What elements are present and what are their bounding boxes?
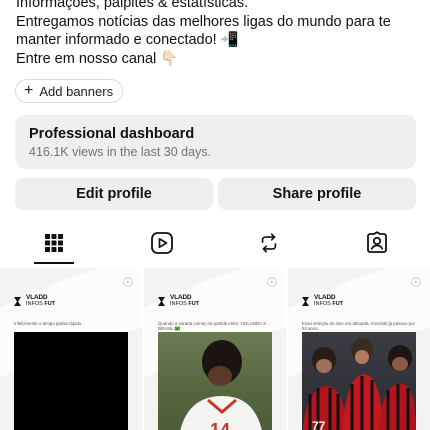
brand-logo: VLADD INFOS FUT bbox=[302, 294, 344, 307]
svg-text:14: 14 bbox=[210, 420, 230, 430]
brand-sub-a: INFOS bbox=[170, 301, 187, 307]
tab-reels[interactable] bbox=[108, 224, 216, 266]
brand-mark-icon bbox=[14, 296, 21, 306]
post-photo: 77 bbox=[302, 332, 416, 430]
reel-play-icon bbox=[264, 274, 280, 290]
tab-tagged[interactable] bbox=[323, 224, 430, 266]
brand-sub-b: FUT bbox=[188, 301, 200, 307]
reposts-icon bbox=[258, 232, 280, 259]
plus-icon: + bbox=[24, 82, 34, 99]
brand-sub-b: FUT bbox=[44, 301, 56, 307]
post-caption: Essa seleção do time era absurda. Ancelo… bbox=[302, 321, 416, 331]
profile-bio: Informações, palpites & estatísticas. En… bbox=[16, 0, 416, 68]
brand-sub-b: FUT bbox=[332, 301, 344, 307]
post-caption: Quando a parada começ na partida entre: … bbox=[158, 321, 266, 331]
add-banners-label: Add banners bbox=[39, 83, 114, 99]
brand-sub-a: INFOS bbox=[26, 301, 43, 307]
grid-icon bbox=[44, 233, 64, 258]
brand-mark-icon bbox=[302, 296, 309, 306]
brand-mark-icon bbox=[158, 296, 165, 306]
football-player-illustration: 14 bbox=[180, 340, 262, 430]
tagged-icon bbox=[365, 230, 389, 260]
profile-tabs bbox=[0, 224, 430, 266]
bio-line: Entregamos notícias das melhores ligas d… bbox=[16, 13, 391, 30]
dashboard-title: Professional dashboard bbox=[29, 126, 195, 142]
brand-logo: VLADD INFOS FUT bbox=[158, 294, 200, 307]
add-banners-button[interactable]: + Add banners bbox=[15, 79, 124, 103]
tab-reposts[interactable] bbox=[215, 224, 323, 266]
dashboard-subtitle: 416.1K views in the last 30 days. bbox=[29, 145, 212, 159]
post-tile[interactable]: VLADD INFOS FUT Essa seleção do time era… bbox=[288, 268, 430, 430]
post-photo bbox=[14, 332, 128, 430]
svg-text:77: 77 bbox=[312, 419, 326, 430]
reels-icon bbox=[150, 231, 174, 260]
post-tile[interactable]: VLADD INFOS FUT Quando a parada começ na… bbox=[144, 268, 286, 430]
edit-profile-button[interactable]: Edit profile bbox=[15, 178, 213, 210]
professional-dashboard[interactable]: Professional dashboard 416.1K views in t… bbox=[15, 115, 416, 169]
bio-line: Entre em nosso canal 👇🏻 bbox=[16, 50, 179, 67]
bio-line: Informações, palpites & estatísticas. bbox=[16, 0, 249, 11]
football-team-illustration: 77 bbox=[302, 338, 416, 430]
brand-sub-a: INFOS bbox=[314, 301, 331, 307]
posts-grid: VLADD INFOS FUT Infelizmente o tempo pas… bbox=[0, 268, 430, 430]
post-photo: 14 bbox=[158, 332, 272, 430]
reel-play-icon bbox=[408, 274, 424, 290]
bio-line: manter informado e conectado! 📲 bbox=[16, 32, 239, 48]
active-tab-indicator bbox=[34, 262, 74, 264]
share-profile-button[interactable]: Share profile bbox=[218, 178, 416, 210]
brand-logo: VLADD INFOS FUT bbox=[14, 294, 56, 307]
reel-play-icon bbox=[120, 274, 136, 290]
post-caption: Infelizmente o tempo passa rápido. bbox=[14, 321, 83, 326]
post-tile[interactable]: VLADD INFOS FUT Infelizmente o tempo pas… bbox=[0, 268, 142, 430]
tab-posts[interactable] bbox=[0, 224, 108, 266]
